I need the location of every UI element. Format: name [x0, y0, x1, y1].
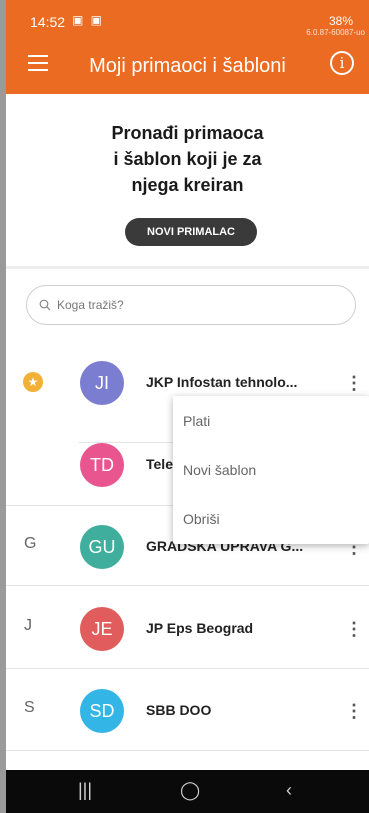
menu-item-pay[interactable]: Plati	[183, 413, 210, 429]
row-divider	[6, 668, 369, 669]
phone-screen: 14:52 ▣ ▣ 38% 6.0.87-60087-uo Moji prima…	[6, 0, 369, 813]
status-time: 14:52	[30, 14, 66, 30]
star-icon[interactable]: ★	[23, 372, 43, 392]
hero-line-2: i šablon koji je za	[113, 149, 262, 169]
list-item[interactable]: J JE JP Eps Beograd ⋮	[6, 601, 369, 657]
avatar: SD	[80, 689, 124, 733]
menu-item-new-template[interactable]: Novi šablon	[183, 462, 256, 478]
search-icon	[39, 299, 51, 311]
more-options-icon[interactable]: ⋮	[345, 617, 363, 641]
info-icon[interactable]: i	[330, 51, 354, 75]
list-item[interactable]: S SD SBB DOO ⋮	[6, 683, 369, 739]
more-options-icon[interactable]: ⋮	[345, 371, 363, 395]
search-box[interactable]	[26, 285, 356, 325]
more-options-icon[interactable]: ⋮	[345, 699, 363, 723]
hero-line-3: njega kreiran	[131, 175, 244, 195]
system-nav-bar: ||| ◯ ‹	[6, 770, 369, 813]
hero-headline: Pronađi primaoca i šablon koji je za nje…	[46, 120, 329, 198]
section-letter: G	[24, 535, 37, 552]
recipient-name: SBB DOO	[146, 702, 212, 718]
row-divider	[6, 585, 369, 586]
notification-icons: ▣ ▣	[72, 13, 105, 27]
avatar: GU	[80, 525, 124, 569]
menu-item-delete[interactable]: Obriši	[183, 511, 220, 527]
hero-section: Pronađi primaoca i šablon koji je za nje…	[6, 94, 369, 266]
status-bar: 14:52 ▣ ▣ 38% 6.0.87-60087-uo	[6, 0, 369, 37]
recipient-name: Tele	[146, 456, 173, 472]
recipient-name: JP Eps Beograd	[146, 620, 254, 636]
home-icon[interactable]: ◯	[180, 780, 200, 801]
avatar: JI	[80, 361, 124, 405]
battery-percent: 38%	[328, 14, 353, 28]
recent-apps-icon[interactable]: |||	[78, 780, 92, 801]
recipient-name: JKP Infostan tehnolo...	[146, 374, 298, 390]
app-bar: Moji primaoci i šabloni i	[6, 36, 369, 94]
context-menu: Plati Novi šablon Obriši	[173, 396, 369, 544]
avatar: TD	[80, 443, 124, 487]
avatar: JE	[80, 607, 124, 651]
search-input[interactable]	[57, 296, 337, 314]
page-title: Moji primaoci i šabloni	[89, 55, 286, 77]
new-recipient-button[interactable]: NOVI PRIMALAC	[125, 218, 257, 246]
section-divider	[6, 266, 369, 269]
hero-line-1: Pronađi primaoca	[111, 123, 264, 143]
section-letter: S	[24, 699, 35, 716]
row-divider	[6, 750, 369, 751]
section-letter: J	[24, 617, 32, 634]
back-icon[interactable]: ‹	[286, 780, 292, 801]
